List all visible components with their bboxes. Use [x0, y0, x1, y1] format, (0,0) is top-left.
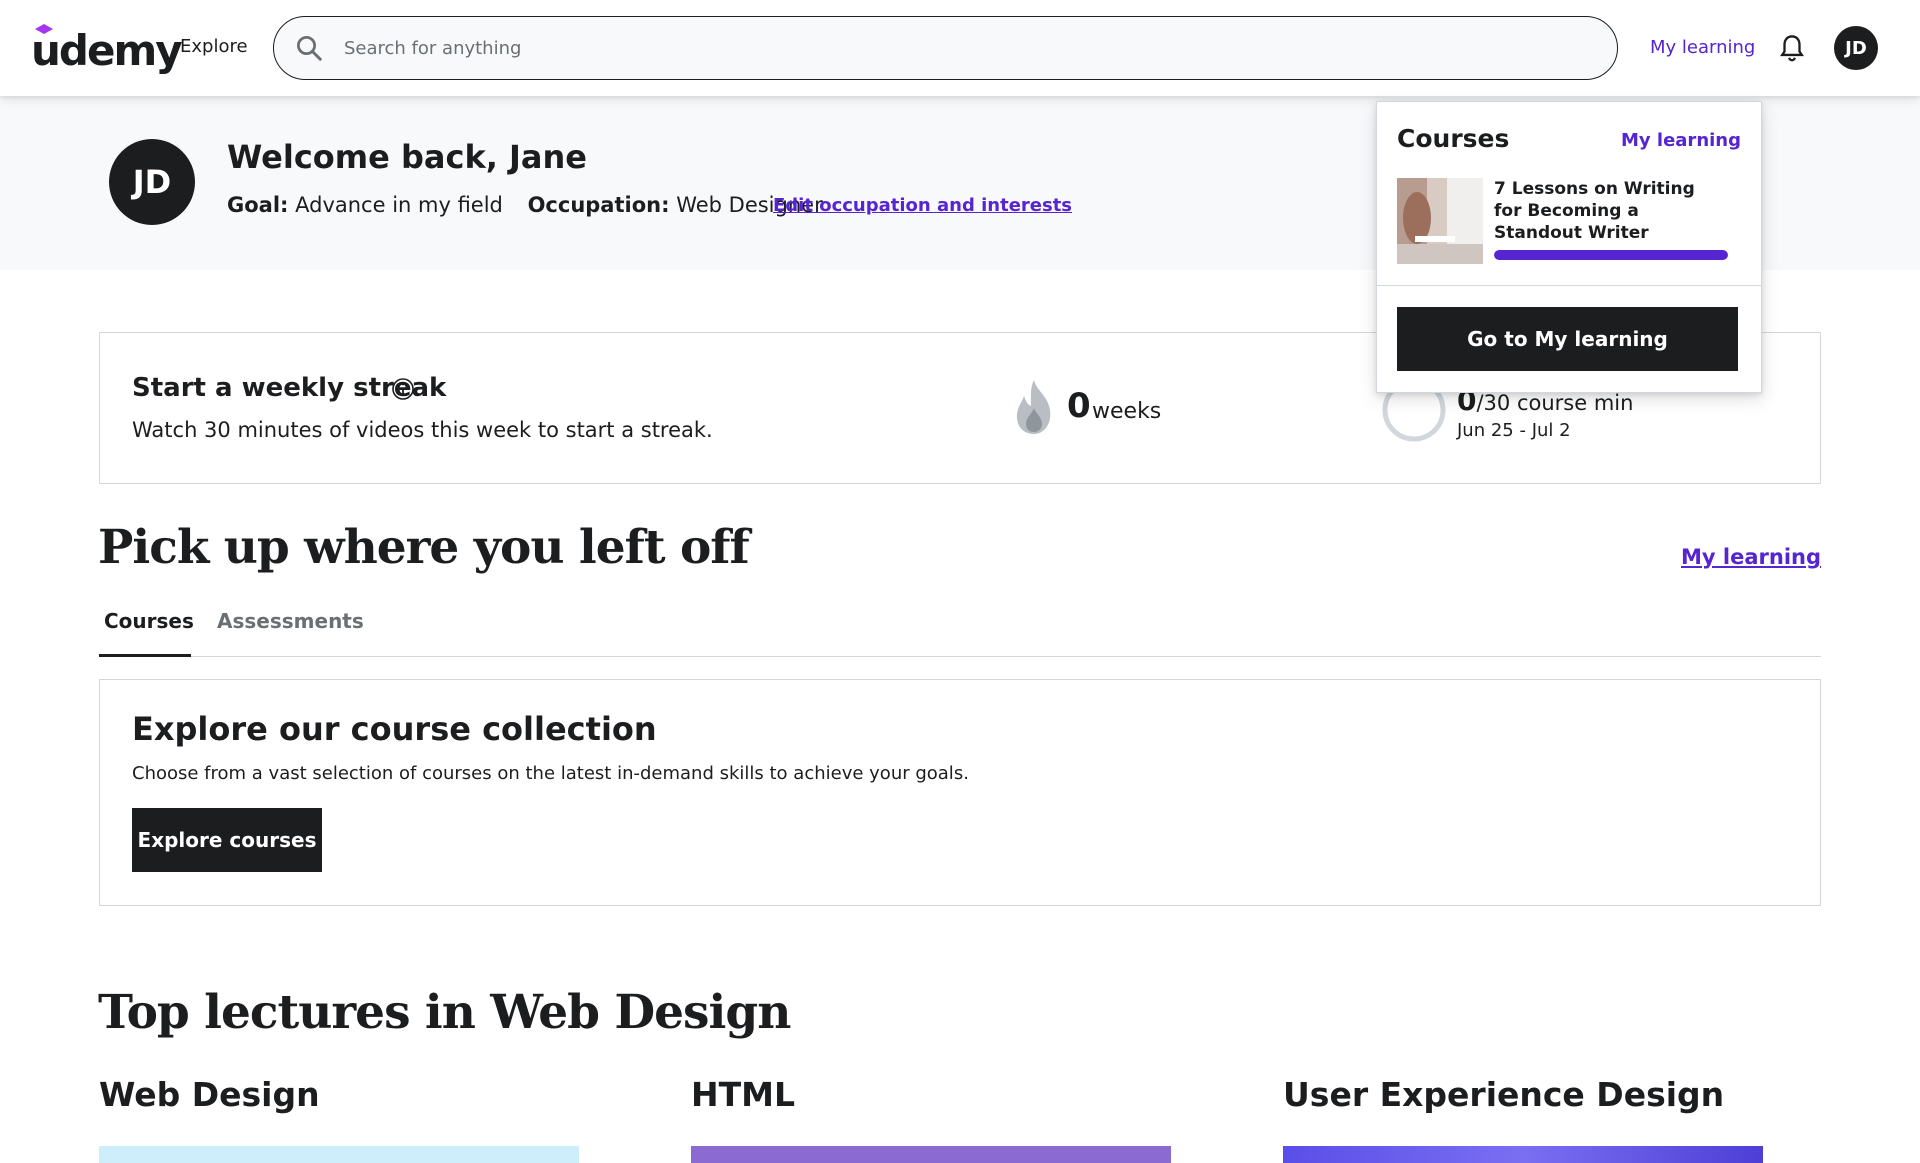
lecture-thumbnail[interactable]	[1283, 1146, 1763, 1163]
streak-weeks-label: weeks	[1092, 399, 1162, 424]
my-learning-nav-link[interactable]: My learning	[1650, 37, 1755, 58]
course-minutes-goal: /30 course min	[1476, 391, 1634, 415]
explore-courses-button[interactable]: Explore courses	[132, 808, 322, 872]
dropdown-divider	[1377, 285, 1761, 286]
course-progress-bar	[1494, 250, 1728, 260]
collection-description: Choose from a vast selection of courses …	[132, 763, 969, 784]
goal-occupation-line: Goal: Advance in my field Occupation: We…	[227, 193, 823, 217]
pickup-my-learning-link[interactable]: My learning	[1681, 545, 1821, 569]
info-icon[interactable]	[391, 377, 415, 401]
streak-date-range: Jun 25 - Jul 2	[1457, 420, 1571, 441]
dropdown-course-title[interactable]: 7 Lessons on Writing for Becoming a Stan…	[1494, 178, 1724, 244]
top-navbar: udemy Explore My learning JD	[0, 0, 1920, 96]
welcome-heading: Welcome back, Jane	[227, 138, 587, 176]
flame-icon	[1016, 380, 1051, 434]
course-progress-fill	[1494, 250, 1728, 260]
lecture-category-ux-design: User Experience Design	[1283, 1075, 1725, 1114]
top-lectures-heading: Top lectures in Web Design	[98, 985, 791, 1040]
search-bar[interactable]	[273, 16, 1618, 80]
go-to-my-learning-button[interactable]: Go to My learning	[1397, 307, 1738, 371]
lecture-thumbnail[interactable]	[691, 1146, 1171, 1163]
streak-weeks-count: 0	[1067, 386, 1091, 426]
notification-bell-icon[interactable]	[1778, 33, 1806, 63]
dropdown-my-learning-link[interactable]: My learning	[1621, 130, 1741, 151]
course-thumbnail[interactable]	[1397, 178, 1483, 264]
active-tab-indicator	[99, 654, 191, 657]
tab-courses[interactable]: Courses	[104, 609, 194, 633]
logo-text: udemy	[31, 26, 183, 75]
tab-assessments[interactable]: Assessments	[217, 609, 364, 633]
collection-title: Explore our course collection	[132, 710, 657, 748]
lecture-category-html: HTML	[691, 1075, 795, 1114]
goal-label: Goal:	[227, 193, 289, 217]
user-avatar[interactable]: JD	[1834, 26, 1878, 70]
profile-avatar: JD	[109, 139, 195, 225]
pickup-heading: Pick up where you left off	[98, 520, 750, 575]
goal-value: Advance in my field	[295, 193, 503, 217]
search-input[interactable]	[344, 17, 1584, 79]
streak-description: Watch 30 minutes of videos this week to …	[132, 418, 713, 442]
occupation-label: Occupation:	[527, 193, 670, 217]
edit-occupation-link[interactable]: Edit occupation and interests	[773, 195, 1072, 216]
lecture-thumbnail[interactable]	[99, 1146, 579, 1163]
tabs-divider	[99, 656, 1821, 657]
udemy-logo[interactable]: udemy	[31, 24, 183, 75]
search-icon[interactable]	[294, 33, 324, 63]
explore-menu[interactable]: Explore	[180, 36, 248, 57]
lecture-category-web-design: Web Design	[99, 1075, 320, 1114]
my-learning-dropdown: Courses My learning 7 Lessons on Writing…	[1376, 101, 1762, 393]
dropdown-title: Courses	[1397, 124, 1510, 153]
